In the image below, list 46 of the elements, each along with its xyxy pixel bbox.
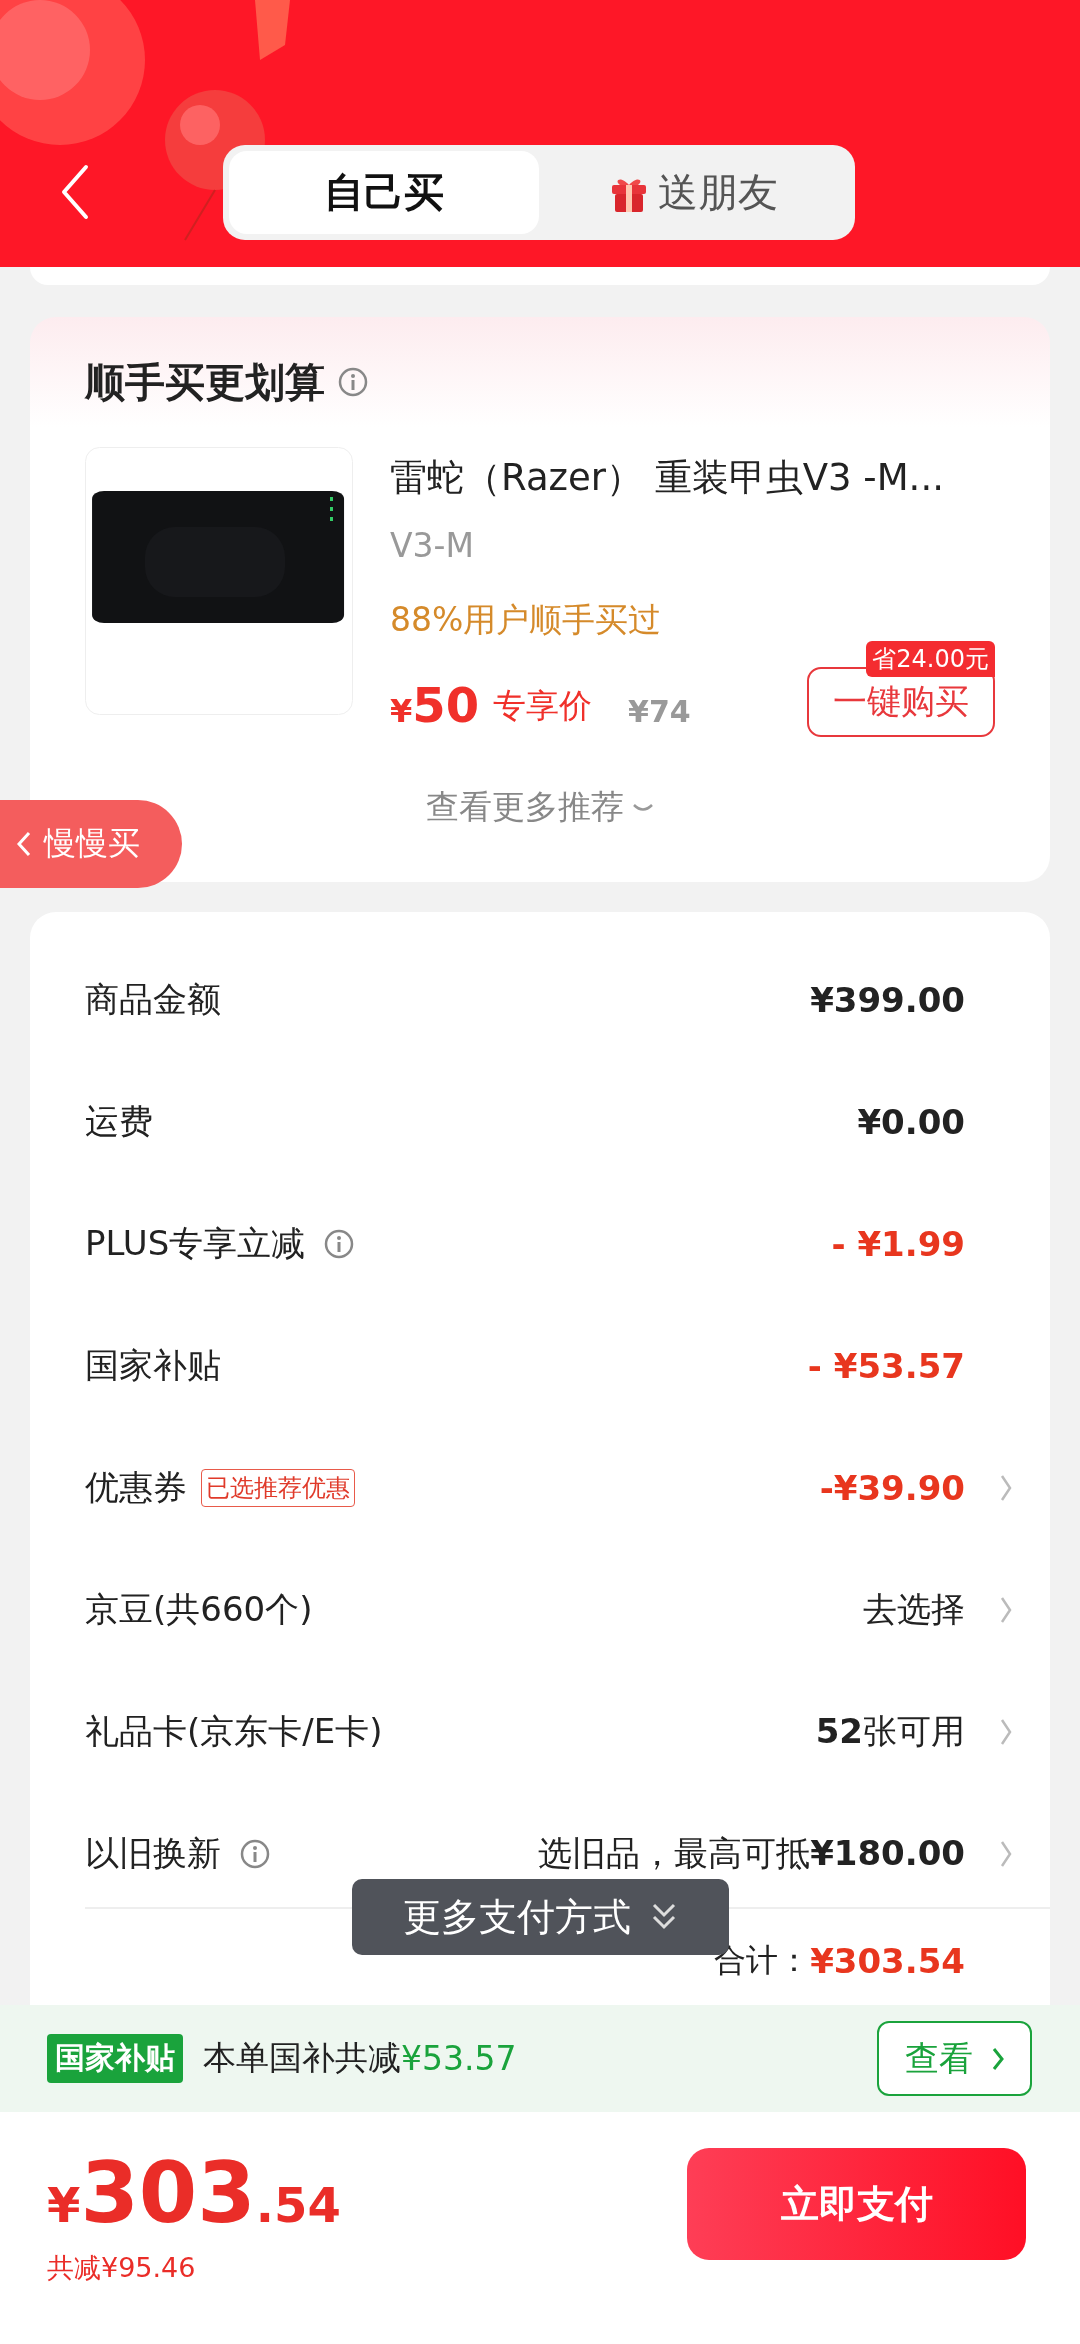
- row-value: ¥0.00: [857, 1102, 965, 1142]
- row-value[interactable]: -¥39.90: [819, 1468, 965, 1508]
- row-label: 运费: [85, 1100, 153, 1143]
- original-price: ¥74: [628, 694, 691, 729]
- chevron-icon[interactable]: [999, 1595, 1013, 1625]
- product-price: ¥50: [390, 677, 480, 733]
- chevron-icon: [990, 2045, 1005, 2072]
- row-value[interactable]: 52张可用: [815, 1709, 965, 1755]
- product-title[interactable]: 雷蛇（Razer） 重装甲虫V3 -M...: [390, 447, 995, 509]
- row-value[interactable]: 去选择: [863, 1587, 965, 1633]
- info-icon[interactable]: [337, 366, 369, 398]
- row-label: 京豆(共660个): [85, 1588, 313, 1631]
- tab[interactable]: 自己买: [229, 151, 539, 234]
- row-label: 礼品卡(京东卡/E卡): [85, 1710, 383, 1753]
- section-title: 顺手买更划算: [85, 357, 325, 407]
- row-label: 以旧换新: [85, 1832, 221, 1875]
- row-value[interactable]: 选旧品，最高可抵¥180.00: [538, 1831, 965, 1877]
- row-label: PLUS专享立减: [85, 1222, 306, 1265]
- coupon-tag: 已选推荐优惠: [201, 1469, 355, 1507]
- total-saving: 共减¥95.46: [47, 2251, 197, 2285]
- row-label: 优惠券: [85, 1466, 187, 1509]
- chevron-icon[interactable]: [999, 1839, 1013, 1869]
- saving-badge: 省24.00元: [866, 641, 995, 677]
- chevron-icon: [16, 830, 32, 858]
- pay-button[interactable]: 立即支付: [687, 2148, 1026, 2260]
- row-value: - ¥53.57: [807, 1346, 965, 1386]
- info-icon[interactable]: [323, 1228, 356, 1260]
- back-icon[interactable]: [60, 164, 90, 220]
- row-label: 商品金额: [85, 978, 221, 1021]
- chevron-icon[interactable]: [999, 1717, 1013, 1747]
- more-recommendations-link[interactable]: 查看更多推荐: [426, 785, 654, 830]
- row-value: ¥399.00: [810, 980, 965, 1020]
- subsidy-amount: ¥53.57: [401, 2039, 517, 2078]
- subsidy-badge: 国家补贴: [47, 2034, 183, 2083]
- info-icon[interactable]: [239, 1838, 271, 1870]
- chevron-icon[interactable]: [999, 1473, 1013, 1503]
- row-value: - ¥1.99: [831, 1224, 965, 1264]
- row-label: 国家补贴: [85, 1344, 221, 1387]
- pay-amount: ¥303.54: [47, 2148, 341, 2244]
- total-amount: ¥303.54: [810, 1941, 965, 1981]
- product-variant: V3-M: [390, 525, 475, 567]
- tab[interactable]: 送朋友: [539, 151, 849, 234]
- purchase-note: 88%用户顺手买过: [390, 599, 663, 641]
- caret-icon: [632, 801, 654, 814]
- price-label: 专享价: [493, 685, 593, 727]
- subsidy-text: 本单国补共减: [203, 2037, 401, 2079]
